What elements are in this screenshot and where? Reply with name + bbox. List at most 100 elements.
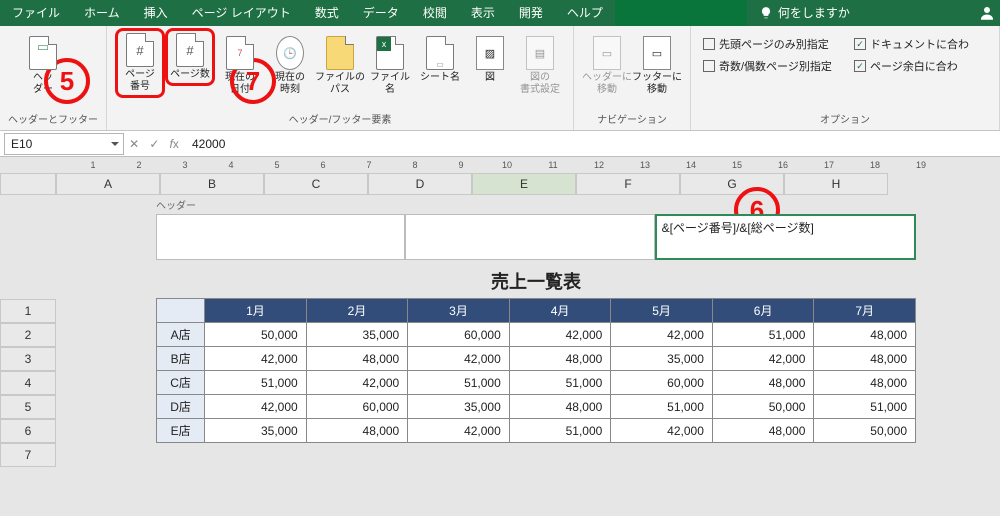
tab-help[interactable]: ヘルプ [555, 0, 615, 26]
opt-scale-doc-label: ドキュメントに合わ [870, 36, 969, 52]
formula-input[interactable]: 42000 [184, 137, 1000, 151]
sales-cell[interactable]: 51,000 [814, 395, 916, 419]
sales-table[interactable]: 1月2月3月4月5月6月7月 A店50,00035,00060,00042,00… [156, 298, 916, 443]
sales-cell[interactable]: 48,000 [814, 323, 916, 347]
account-icon[interactable] [974, 0, 1000, 26]
ruler-mark: 2 [116, 160, 162, 170]
sales-cell[interactable]: 42,000 [509, 323, 611, 347]
sales-cell[interactable]: 60,000 [306, 395, 408, 419]
tab-insert[interactable]: 挿入 [132, 0, 180, 26]
folder-icon [326, 36, 354, 70]
sales-cell[interactable]: 48,000 [712, 419, 814, 443]
sales-cell[interactable]: 42,000 [408, 347, 510, 371]
table-row[interactable]: B店42,00048,00042,00048,00035,00042,00048… [157, 347, 916, 371]
sales-cell[interactable]: 51,000 [408, 371, 510, 395]
tab-file[interactable]: ファイル [0, 0, 72, 26]
fx-icon[interactable]: fx [170, 137, 179, 151]
opt-first-page[interactable]: 先頭ページのみ別指定 [703, 36, 836, 52]
row-3[interactable]: 3 [0, 347, 56, 371]
sales-cell[interactable]: 51,000 [509, 419, 611, 443]
sales-cell[interactable]: 35,000 [306, 323, 408, 347]
sales-cell[interactable]: 48,000 [712, 371, 814, 395]
sales-cell[interactable]: 51,000 [611, 395, 713, 419]
row-6[interactable]: 6 [0, 419, 56, 443]
sales-cell[interactable]: 48,000 [509, 347, 611, 371]
sales-cell[interactable]: 60,000 [408, 323, 510, 347]
tab-formula[interactable]: 数式 [303, 0, 351, 26]
ribbon-group-options: 先頭ページのみ別指定 奇数/偶数ページ別指定 ✓ドキュメントに合わ ✓ページ余白… [691, 26, 1000, 130]
tab-data[interactable]: データ [351, 0, 411, 26]
sales-cell[interactable]: 50,000 [814, 419, 916, 443]
sheet-name-label: シート名 [420, 72, 460, 84]
table-row[interactable]: E店35,00048,00042,00051,00042,00048,00050… [157, 419, 916, 443]
tab-layout[interactable]: ページ レイアウト [180, 0, 303, 26]
group-label-hf: ヘッダーとフッター [8, 108, 98, 130]
sheet-name-button[interactable]: ▭ シート名 [415, 28, 465, 86]
sales-cell[interactable]: 48,000 [814, 371, 916, 395]
sales-cell[interactable]: 35,000 [611, 347, 713, 371]
col-A[interactable]: A [56, 173, 160, 195]
sales-cell[interactable]: 42,000 [205, 347, 307, 371]
file-name-button[interactable]: x ファイル名 [365, 28, 415, 98]
col-H[interactable]: H [784, 173, 888, 195]
header-left[interactable] [156, 214, 405, 260]
page-count-button[interactable]: # ページ数 [165, 28, 215, 86]
tab-view[interactable]: 表示 [459, 0, 507, 26]
sales-cell[interactable]: 48,000 [814, 347, 916, 371]
page-number-button[interactable]: # ページ 番号 [115, 28, 165, 98]
tab-dev[interactable]: 開発 [507, 0, 555, 26]
store-name: C店 [157, 371, 205, 395]
row-5[interactable]: 5 [0, 395, 56, 419]
opt-scale-doc[interactable]: ✓ドキュメントに合わ [854, 36, 987, 52]
page-preview: ヘッダー &[ページ番号]/&[総ページ数] 売上一覧表 1月2月3月4月5月6… [156, 195, 916, 443]
opt-align-margin[interactable]: ✓ページ余白に合わ [854, 58, 987, 74]
sales-cell[interactable]: 42,000 [611, 419, 713, 443]
row-4[interactable]: 4 [0, 371, 56, 395]
tab-home[interactable]: ホーム [72, 0, 132, 26]
table-row[interactable]: D店42,00060,00035,00048,00051,00050,00051… [157, 395, 916, 419]
goto-footer-button[interactable]: ▭ フッターに 移動 [632, 28, 682, 98]
tell-me[interactable]: 何をしますか [747, 0, 862, 26]
sales-cell[interactable]: 48,000 [306, 419, 408, 443]
sales-cell[interactable]: 42,000 [408, 419, 510, 443]
file-path-label: ファイルの パス [315, 72, 365, 96]
sales-cell[interactable]: 51,000 [712, 323, 814, 347]
row-7[interactable]: 7 [0, 443, 56, 467]
sales-cell[interactable]: 48,000 [306, 347, 408, 371]
picture-button[interactable]: ▨ 図 [465, 28, 515, 86]
sales-cell[interactable]: 51,000 [205, 371, 307, 395]
select-all-corner[interactable] [0, 173, 56, 195]
page-number-label: ページ 番号 [125, 69, 155, 93]
col-D[interactable]: D [368, 173, 472, 195]
sales-cell[interactable]: 50,000 [712, 395, 814, 419]
opt-odd-even[interactable]: 奇数/偶数ページ別指定 [703, 58, 836, 74]
row-2[interactable]: 2 [0, 323, 56, 347]
sales-cell[interactable]: 48,000 [509, 395, 611, 419]
group-label-elements: ヘッダー/フッター要素 [289, 108, 392, 130]
sales-cell[interactable]: 42,000 [712, 347, 814, 371]
table-row[interactable]: A店50,00035,00060,00042,00042,00051,00048… [157, 323, 916, 347]
enter-icon[interactable]: ✓ [149, 137, 159, 151]
sales-cell[interactable]: 50,000 [205, 323, 307, 347]
sales-cell[interactable]: 51,000 [509, 371, 611, 395]
header-right[interactable]: &[ページ番号]/&[総ページ数] [655, 214, 916, 260]
sales-cell[interactable]: 42,000 [205, 395, 307, 419]
col-E[interactable]: E [472, 173, 576, 195]
header-center[interactable] [405, 214, 654, 260]
col-B[interactable]: B [160, 173, 264, 195]
tab-review[interactable]: 校閲 [411, 0, 459, 26]
sales-cell[interactable]: 60,000 [611, 371, 713, 395]
sales-cell[interactable]: 35,000 [205, 419, 307, 443]
name-box[interactable]: E10 [4, 133, 124, 155]
cancel-icon[interactable]: ✕ [129, 137, 139, 151]
sales-cell[interactable]: 42,000 [611, 323, 713, 347]
table-row[interactable]: C店51,00042,00051,00051,00060,00048,00048… [157, 371, 916, 395]
sales-cell[interactable]: 35,000 [408, 395, 510, 419]
tab-header-footer[interactable]: ヘッダーとフッター [615, 0, 747, 26]
file-path-button[interactable]: ファイルの パス [315, 28, 365, 98]
sales-cell[interactable]: 42,000 [306, 371, 408, 395]
ruler-mark: 8 [392, 160, 438, 170]
col-F[interactable]: F [576, 173, 680, 195]
row-1[interactable]: 1 [0, 299, 56, 323]
col-C[interactable]: C [264, 173, 368, 195]
